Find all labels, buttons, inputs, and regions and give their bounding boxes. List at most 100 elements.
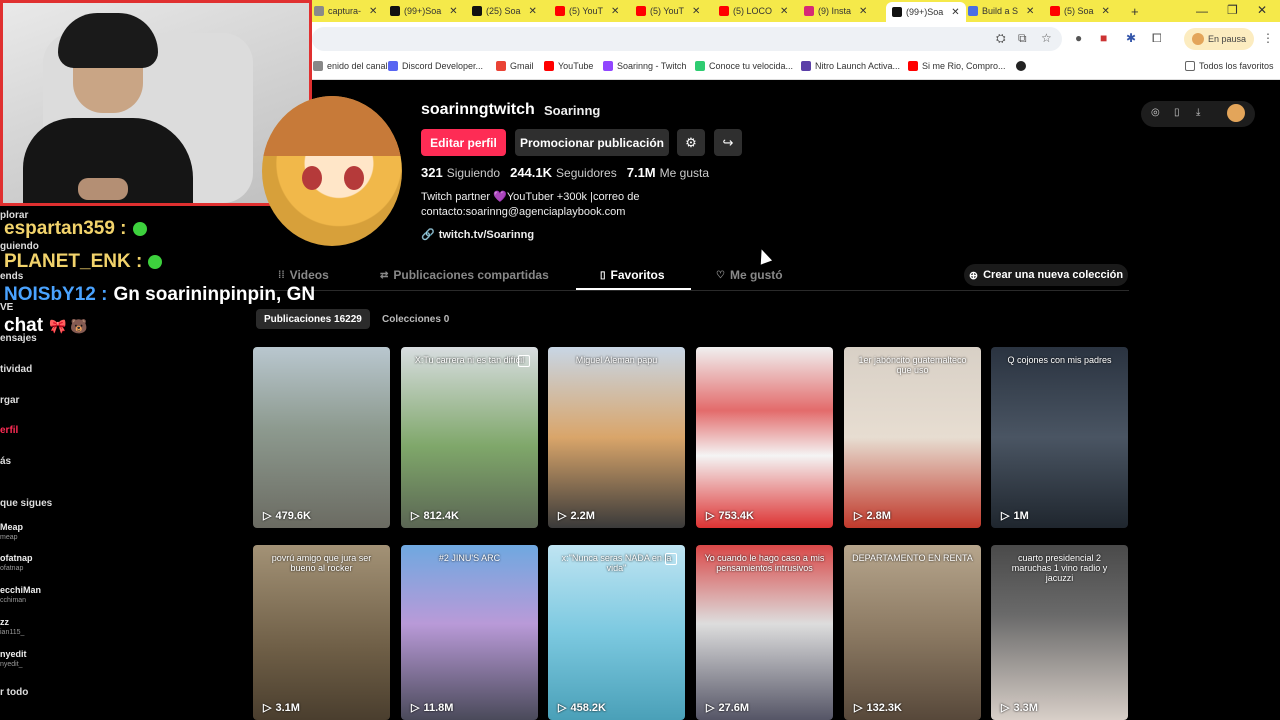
video-card[interactable]: #2 JINU'S ARC ▷ 11.8M <box>401 545 538 720</box>
bookmark-item[interactable]: Nitro Launch Activa... <box>801 61 900 71</box>
settings-button[interactable]: ⚙ <box>677 129 705 156</box>
video-card[interactable]: DEPARTAMENTO EN RENTA ▷ 132.3K <box>844 545 981 720</box>
bookmark-item[interactable]: Si me Rio, Compro... <box>908 61 1006 71</box>
profile-link[interactable]: 🔗 twitch.tv/Soarinng <box>421 228 534 242</box>
bookmark-item[interactable]: Discord Developer... <box>388 61 483 71</box>
video-card[interactable]: povrú amigo que jura ser bueno al rocker… <box>253 545 390 720</box>
close-tab-icon[interactable]: ✕ <box>369 6 377 17</box>
tab-label: (99+)Soa <box>404 6 442 16</box>
browser-tab[interactable]: Build a S ✕ <box>968 3 1034 19</box>
repost-icon: ⇄ <box>380 269 389 281</box>
promote-post-button[interactable]: Promocionar publicación <box>515 129 669 156</box>
live-icon[interactable]: ◎ <box>1151 107 1160 118</box>
browser-tab[interactable]: (5) LOCO ✕ <box>719 3 788 19</box>
bookmark-item[interactable]: YouTube <box>544 61 593 71</box>
browser-tab[interactable]: (9) Insta ✕ <box>804 3 867 19</box>
browser-tab[interactable]: (25) Soa ✕ <box>472 3 537 19</box>
favicon-icon <box>555 6 565 16</box>
profile-avatar[interactable] <box>262 96 402 246</box>
sidebar-nav-item[interactable]: tividad <box>0 364 32 375</box>
video-card[interactable]: ▷ 753.4K <box>696 347 833 528</box>
video-card[interactable]: Q cojones con mis padres ▷ 1M <box>991 347 1128 528</box>
tab-videos[interactable]: ⁞⁞ Videos <box>278 268 329 282</box>
posts-chip[interactable]: Publicaciones 16229 <box>256 309 370 329</box>
following-account-name[interactable]: ecchiMan <box>0 585 41 595</box>
install-icon[interactable]: ⧉ <box>1018 31 1027 46</box>
puzzle-icon[interactable]: ⧠ <box>1152 31 1162 46</box>
edit-profile-button[interactable]: Editar perfil <box>421 129 506 156</box>
tab-me-gustó[interactable]: ♡ Me gustó <box>716 268 783 282</box>
close-tab-icon[interactable]: ✕ <box>449 6 457 17</box>
view-count-text: 132.3K <box>866 701 902 714</box>
close-tab-icon[interactable]: ✕ <box>529 6 537 17</box>
extension-icon[interactable]: ✱ <box>1126 31 1136 45</box>
favicon-icon <box>472 6 482 16</box>
close-tab-icon[interactable]: ✕ <box>951 7 959 18</box>
close-tab-icon[interactable]: ✕ <box>1102 6 1110 17</box>
video-card[interactable]: X:Tu carrera ni es tan difícil ▷ 812.4K <box>401 347 538 528</box>
tab-publicaciones-compartidas[interactable]: ⇄ Publicaciones compartidas <box>380 268 549 282</box>
menu-icon[interactable]: ⋮ <box>1262 31 1274 45</box>
extension-icon[interactable]: ● <box>1075 31 1082 45</box>
share-button[interactable]: ↪ <box>714 129 742 156</box>
favicon-icon <box>801 61 811 71</box>
tab-favoritos[interactable]: ▯ Favoritos <box>600 268 665 282</box>
close-tab-icon[interactable]: ✕ <box>611 6 619 17</box>
video-card[interactable]: ▷ 479.6K <box>253 347 390 528</box>
see-all-link[interactable]: r todo <box>0 687 28 698</box>
sidebar-nav-item[interactable]: rgar <box>0 395 19 406</box>
view-count-text: 3.3M <box>1013 701 1038 714</box>
following-count: 321 <box>421 165 443 180</box>
browser-tab[interactable]: (99+)Soa ✕ <box>390 3 458 19</box>
bookmark-globe[interactable] <box>1016 61 1026 71</box>
translate-icon[interactable]: ⛭ <box>996 31 1006 46</box>
sidebar-nav-item[interactable]: erfil <box>0 425 18 436</box>
following-account-name[interactable]: zz <box>0 617 9 627</box>
close-window-icon[interactable]: ✕ <box>1257 3 1267 17</box>
tab-label: Me gustó <box>729 268 783 282</box>
create-collection-button[interactable]: ⊕ Crear una nueva colección <box>964 264 1128 286</box>
browser-tab[interactable]: (5) YouT ✕ <box>636 3 700 19</box>
view-count-text: 2.8M <box>866 509 891 522</box>
bookmark-folder-all[interactable]: Todos los favoritos <box>1185 61 1274 71</box>
browser-tab[interactable]: (5) YouT ✕ <box>555 3 619 19</box>
create-collection-label: Crear una nueva colección <box>983 269 1124 281</box>
phone-icon[interactable]: ▯ <box>1174 107 1180 118</box>
browser-tab[interactable]: captura- ✕ <box>314 3 377 19</box>
share-icon: ↪ <box>722 134 734 150</box>
browser-tab[interactable]: (99+)Soa ✕ <box>886 2 966 22</box>
sidebar-nav-item[interactable]: ás <box>0 456 11 467</box>
following-account-name[interactable]: nyedit <box>0 649 27 659</box>
maximize-icon[interactable]: ❐ <box>1227 3 1238 17</box>
profile-pause-button[interactable]: En pausa <box>1184 28 1255 50</box>
bookmark-item[interactable]: Gmail <box>496 61 534 71</box>
collections-chip[interactable]: Colecciones 0 <box>374 309 457 329</box>
favicon-icon <box>544 61 554 71</box>
download-icon[interactable]: ⤓ <box>1196 107 1200 118</box>
bookmark-item[interactable]: Soarinng - Twitch <box>603 61 686 71</box>
chat-user: NOISbY12 : <box>4 284 108 305</box>
avatar[interactable] <box>1227 104 1245 122</box>
followers-stat[interactable]: 244.1K Seguidores <box>510 165 617 180</box>
video-card[interactable]: 1er jabóncito guatemalteco que uso ▷ 2.8M <box>844 347 981 528</box>
video-card[interactable]: Yo cuando le hago caso a mis pensamiento… <box>696 545 833 720</box>
new-tab-button[interactable]: + <box>1131 4 1139 19</box>
following-account-name[interactable]: Meap <box>0 522 23 532</box>
url-input[interactable] <box>312 27 1062 51</box>
video-card[interactable]: cuarto presidencial 2 maruchas 1 vino ra… <box>991 545 1128 720</box>
bookmark-item[interactable]: enido del canal... <box>313 61 395 71</box>
extension-icon[interactable]: ■ <box>1100 31 1107 45</box>
favicon-icon <box>496 61 506 71</box>
close-tab-icon[interactable]: ✕ <box>1026 6 1034 17</box>
close-tab-icon[interactable]: ✕ <box>692 6 700 17</box>
star-icon[interactable]: ☆ <box>1041 31 1052 45</box>
following-account-name[interactable]: ofatnap <box>0 553 33 563</box>
video-card[interactable]: x:"Nunca seras NADA en la vida" ▷ 458.2K <box>548 545 685 720</box>
close-tab-icon[interactable]: ✕ <box>859 6 867 17</box>
following-stat[interactable]: 321 Siguiendo <box>421 165 500 180</box>
close-tab-icon[interactable]: ✕ <box>780 6 788 17</box>
minimize-icon[interactable]: — <box>1196 4 1208 18</box>
bookmark-item[interactable]: Conoce tu velocida... <box>695 61 793 71</box>
video-card[interactable]: Miguel Aleman papu ▷ 2.2M <box>548 347 685 528</box>
browser-tab[interactable]: (5) Soa ✕ <box>1050 3 1110 19</box>
